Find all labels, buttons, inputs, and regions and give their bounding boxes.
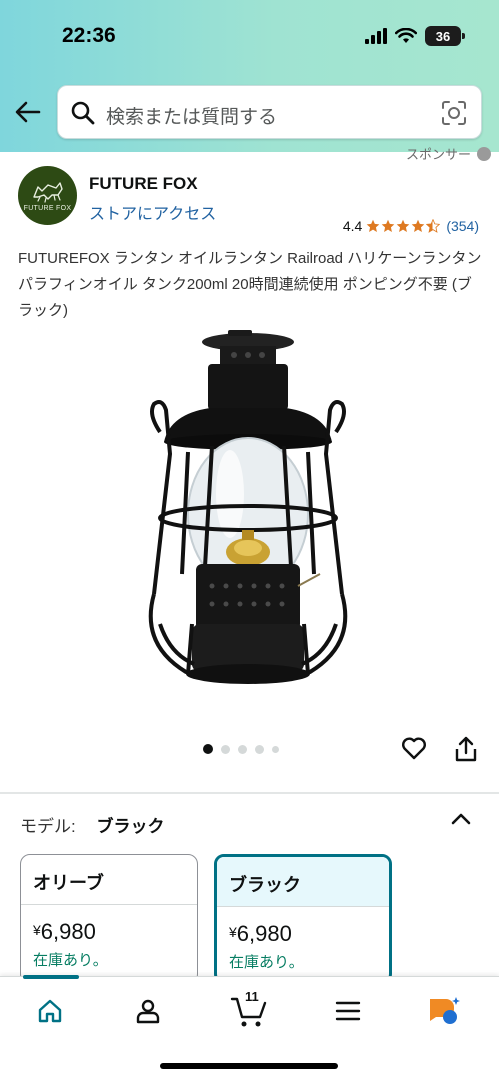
stock-status: 在庫あり。 bbox=[33, 952, 108, 969]
carousel-dot[interactable] bbox=[221, 744, 230, 754]
status-icons: 36 bbox=[365, 26, 465, 46]
status-time: 22:36 bbox=[62, 24, 116, 47]
visit-store-link[interactable]: ストアにアクセス bbox=[89, 200, 216, 224]
nav-cart[interactable]: 11 bbox=[228, 989, 272, 1031]
product-title: FUTUREFOX ランタン オイルランタン Railroad ハリケーンランタ… bbox=[18, 250, 482, 319]
star-icon bbox=[397, 219, 410, 233]
option-name: ブラック bbox=[217, 857, 389, 907]
option-price: ¥6,980 bbox=[21, 905, 197, 945]
home-icon bbox=[38, 999, 62, 1023]
home-indicator bbox=[160, 1063, 338, 1069]
lantern-chimney bbox=[208, 364, 288, 410]
share-icon[interactable] bbox=[454, 735, 478, 763]
option-name: オリーブ bbox=[21, 855, 197, 905]
price-value: 6,980 bbox=[236, 921, 292, 946]
search-icon bbox=[71, 101, 95, 125]
star-icon bbox=[367, 219, 380, 233]
cart-count-badge: 11 bbox=[245, 989, 259, 1004]
fox-logo-icon bbox=[32, 182, 63, 203]
brand-name: FUTURE FOX bbox=[89, 174, 198, 193]
search-input[interactable]: 検索または質問する bbox=[57, 85, 482, 139]
star-icon bbox=[382, 219, 395, 233]
hamburger-menu-icon bbox=[335, 1001, 361, 1021]
model-option-black[interactable]: ブラック ¥6,980 在庫あり。 bbox=[214, 854, 392, 984]
sponsored-label[interactable]: スポンサー bbox=[406, 144, 491, 163]
wifi-icon bbox=[395, 28, 417, 43]
battery-icon: 36 bbox=[425, 26, 465, 46]
active-tab-indicator bbox=[23, 975, 79, 979]
lantern-tank bbox=[196, 564, 300, 630]
model-selected-value: ブラック bbox=[96, 817, 165, 836]
rating-summary[interactable]: 4.4 (354) bbox=[343, 218, 479, 234]
model-selector-header[interactable]: モデル: ブラック bbox=[20, 812, 164, 837]
brand-logo[interactable]: FUTURE FOX bbox=[18, 166, 77, 225]
back-arrow-icon[interactable] bbox=[14, 98, 42, 126]
signal-icon bbox=[365, 28, 387, 44]
rating-value: 4.4 bbox=[342, 218, 363, 234]
carousel-dot-active[interactable] bbox=[203, 744, 213, 754]
model-label: モデル: bbox=[20, 817, 76, 836]
ai-assistant-icon bbox=[430, 997, 460, 1024]
carousel-dot[interactable] bbox=[272, 745, 279, 753]
info-icon bbox=[477, 146, 491, 161]
image-carousel-dots[interactable] bbox=[203, 744, 279, 754]
camera-scan-icon[interactable] bbox=[441, 100, 467, 126]
nav-menu[interactable] bbox=[328, 991, 368, 1031]
chevron-up-icon[interactable] bbox=[451, 812, 471, 826]
rating-count: (354) bbox=[446, 218, 479, 234]
wishlist-heart-icon[interactable] bbox=[400, 734, 428, 762]
nav-account[interactable] bbox=[128, 991, 168, 1031]
star-rating bbox=[366, 219, 441, 233]
nav-rufus-assistant[interactable] bbox=[424, 991, 464, 1031]
nav-home[interactable] bbox=[30, 991, 70, 1031]
section-divider bbox=[0, 792, 499, 794]
logo-text: FUTURE FOX bbox=[23, 205, 72, 212]
star-icon bbox=[412, 219, 425, 233]
carousel-dot[interactable] bbox=[255, 744, 264, 754]
currency-symbol: ¥ bbox=[229, 924, 237, 940]
model-option-olive[interactable]: オリーブ ¥6,980 在庫あり。 bbox=[20, 854, 198, 984]
price-value: 6,980 bbox=[40, 919, 96, 944]
currency-symbol: ¥ bbox=[33, 922, 41, 938]
bottom-navigation: 11 bbox=[0, 975, 499, 1080]
stock-status: 在庫あり。 bbox=[229, 954, 304, 971]
search-placeholder: 検索または質問する bbox=[106, 107, 278, 128]
option-price: ¥6,980 bbox=[217, 907, 389, 947]
app-header: 22:36 36 検索または質問する bbox=[0, 0, 499, 152]
half-star-icon bbox=[426, 219, 441, 233]
sponsored-text: スポンサー bbox=[405, 147, 471, 162]
carousel-dot[interactable] bbox=[238, 744, 247, 754]
person-icon bbox=[136, 999, 160, 1024]
product-image[interactable] bbox=[130, 324, 370, 704]
